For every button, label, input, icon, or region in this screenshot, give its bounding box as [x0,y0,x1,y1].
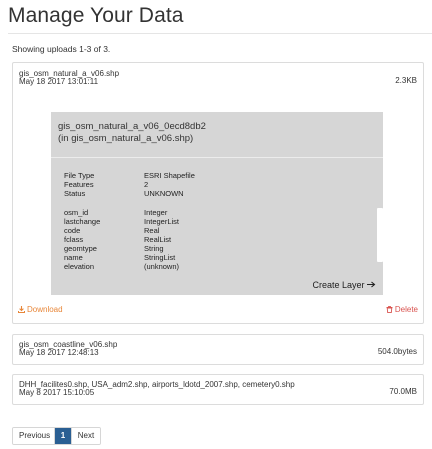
field-key: geomtype [64,244,97,253]
download-link[interactable]: Download [18,305,63,315]
upload-size: 70.0MB [389,387,417,396]
download-icon [18,306,25,315]
field-key: fclass [64,235,84,244]
field-type: StringList [144,253,176,262]
field-key: osm_id [64,208,89,217]
fields-scrollbar[interactable] [377,208,383,262]
upload-size: 2.3KB [395,76,417,85]
layer-source: (in gis_osm_natural_a_v06.shp) [58,133,194,144]
upload-actions: Download Delete [13,305,423,319]
field-key: lastchange [64,217,101,226]
meta-value-file-type: ESRI Shapefile [144,171,195,180]
upload-panel: gis_osm_natural_a_v06.shp May 18 2017 13… [12,62,424,324]
page-title: Manage Your Data [8,4,184,27]
upload-panel[interactable]: gis_osm_coastline_v06.shp May 18 2017 12… [12,334,424,365]
title-divider [8,33,432,34]
field-key: code [64,226,81,235]
delete-link[interactable]: Delete [386,305,418,315]
field-type: String [144,244,164,253]
layer-card: gis_osm_natural_a_v06_0ecd8db2 (in gis_o… [51,112,383,295]
previous-page-button[interactable]: Previous [13,428,55,444]
upload-size: 504.0bytes [377,347,417,356]
download-label: Download [27,305,63,314]
meta-value-features: 2 [144,180,149,189]
field-type: IntegerList [144,217,180,226]
upload-date: May 18 2017 13:01:11 [19,77,99,86]
field-key: elevation [64,262,95,271]
showing-count: Showing uploads 1-3 of 3. [12,44,111,54]
create-layer-button[interactable]: Create Layer [312,280,376,290]
create-layer-label: Create Layer [312,280,365,290]
arrow-right-icon [367,280,376,290]
meta-key-status: Status [64,189,86,198]
delete-label: Delete [394,305,418,314]
next-page-button[interactable]: Next [72,428,100,444]
meta-value-status: UNKNOWN [144,189,184,198]
meta-key-features: Features [64,180,94,189]
page-1-button[interactable]: 1 [55,428,72,444]
meta-key-file-type: File Type [64,171,95,180]
field-type: (unknown) [144,262,180,271]
pagination: Previous 1 Next [12,427,101,445]
layer-divider [51,157,383,158]
upload-date: May 8 2017 15:10:05 [19,388,95,397]
field-type: RealList [144,235,172,244]
field-type: Integer [144,208,168,217]
upload-date: May 18 2017 12:48:13 [19,348,99,357]
trash-icon [386,306,393,315]
field-type: Real [144,226,160,235]
field-key: name [64,253,83,262]
layer-name: gis_osm_natural_a_v06_0ecd8db2 [58,121,206,132]
upload-panel[interactable]: DHH_facilites0.shp, USA_adm2.shp, airpor… [12,374,424,405]
